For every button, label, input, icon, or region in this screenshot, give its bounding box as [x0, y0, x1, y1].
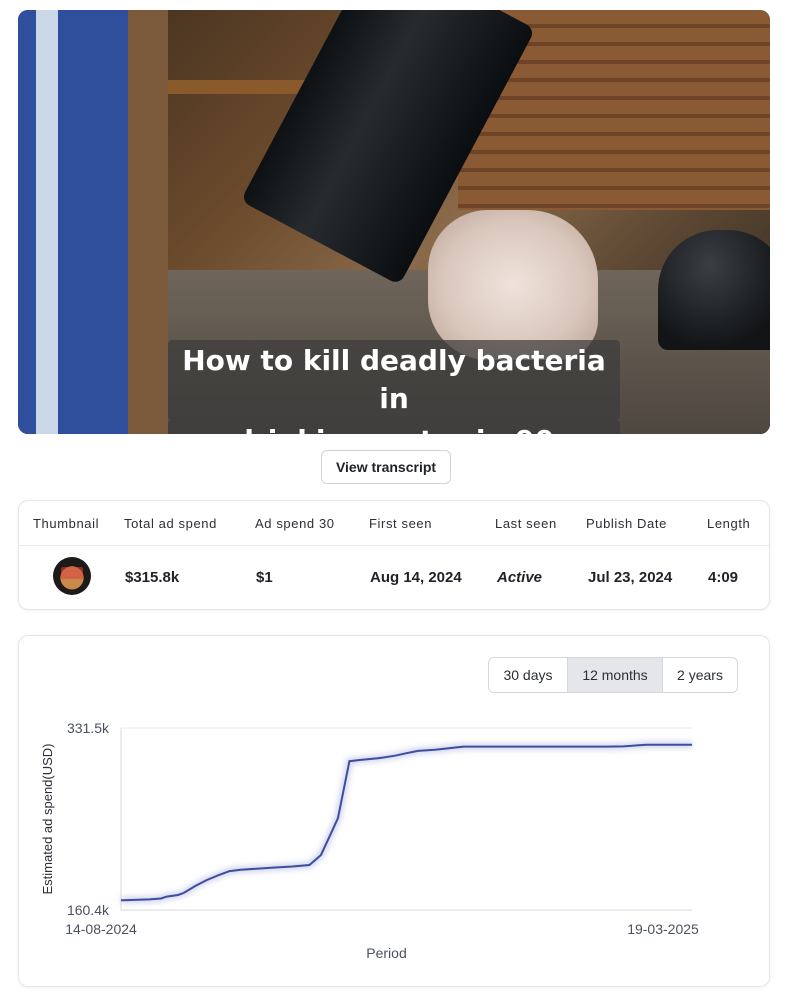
- video-player[interactable]: How to kill deadly bacteria in drinking …: [18, 10, 770, 434]
- ad-spend-chart-card: 30 days 12 months 2 years 331.5k 160.4k …: [18, 635, 770, 987]
- header-ad-spend-30: Ad spend 30: [255, 516, 335, 531]
- video-caption: How to kill deadly bacteria in drinking …: [168, 340, 620, 434]
- x-tick-label-end: 19-03-2025: [627, 921, 699, 937]
- y-axis-title: Estimated ad spend(USD): [40, 743, 55, 894]
- video-scene-hand: [428, 210, 598, 360]
- header-last-seen: Last seen: [495, 516, 557, 531]
- video-scene-wall: [18, 10, 168, 434]
- header-total-ad-spend: Total ad spend: [124, 516, 217, 531]
- header-length: Length: [707, 516, 751, 531]
- cell-ad-spend-30: $1: [256, 569, 273, 586]
- header-thumbnail: Thumbnail: [33, 516, 100, 531]
- cell-first-seen: Aug 14, 2024: [370, 569, 462, 586]
- video-scene-dispenser: [658, 230, 770, 350]
- header-publish-date: Publish Date: [586, 516, 667, 531]
- ad-info-table: Thumbnail Total ad spend Ad spend 30 Fir…: [18, 500, 770, 610]
- video-caption-line-1: How to kill deadly bacteria in: [168, 340, 620, 420]
- ad-thumbnail[interactable]: [53, 557, 91, 595]
- cell-last-seen: Active: [497, 569, 543, 586]
- series-line-glow: [120, 741, 692, 904]
- header-first-seen: First seen: [369, 516, 433, 531]
- view-transcript-button[interactable]: View transcript: [321, 450, 451, 484]
- x-axis-title: Period: [366, 945, 406, 961]
- cell-publish-date: Jul 23, 2024: [588, 569, 673, 586]
- y-tick-label-bottom: 160.4k: [67, 902, 110, 918]
- y-tick-label-top: 331.5k: [67, 720, 110, 736]
- table-header-row: Thumbnail Total ad spend Ad spend 30 Fir…: [19, 501, 769, 546]
- x-tick-label-start: 14-08-2024: [65, 921, 137, 937]
- video-caption-line-2: drinking water in 90 seconds.: [168, 420, 620, 434]
- cell-length: 4:09: [708, 569, 739, 586]
- ad-spend-chart: 331.5k 160.4k 14-08-2024 19-03-2025 Peri…: [40, 720, 699, 961]
- cell-total-ad-spend: $315.8k: [125, 569, 180, 586]
